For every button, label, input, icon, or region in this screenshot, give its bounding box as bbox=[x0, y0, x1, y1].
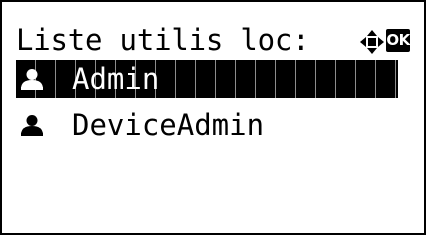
list-item-deviceadmin[interactable]: DeviceAdmin bbox=[16, 106, 398, 144]
ok-key[interactable]: OK bbox=[386, 29, 410, 52]
four-way-arrow-icon bbox=[359, 29, 385, 55]
user-icon bbox=[20, 68, 44, 90]
user-icon bbox=[20, 114, 44, 136]
header: Liste utilis loc: OK bbox=[16, 20, 414, 60]
screen-title: Liste utilis loc: bbox=[16, 23, 310, 57]
list-item-admin[interactable]: Admin bbox=[16, 60, 398, 98]
user-list: Admin DeviceAdmin bbox=[16, 60, 398, 152]
list-item-label: DeviceAdmin bbox=[72, 108, 265, 142]
list-item-label: Admin bbox=[72, 62, 160, 96]
lcd-screen: Liste utilis loc: OK Admin DeviceAdmin bbox=[0, 0, 426, 235]
